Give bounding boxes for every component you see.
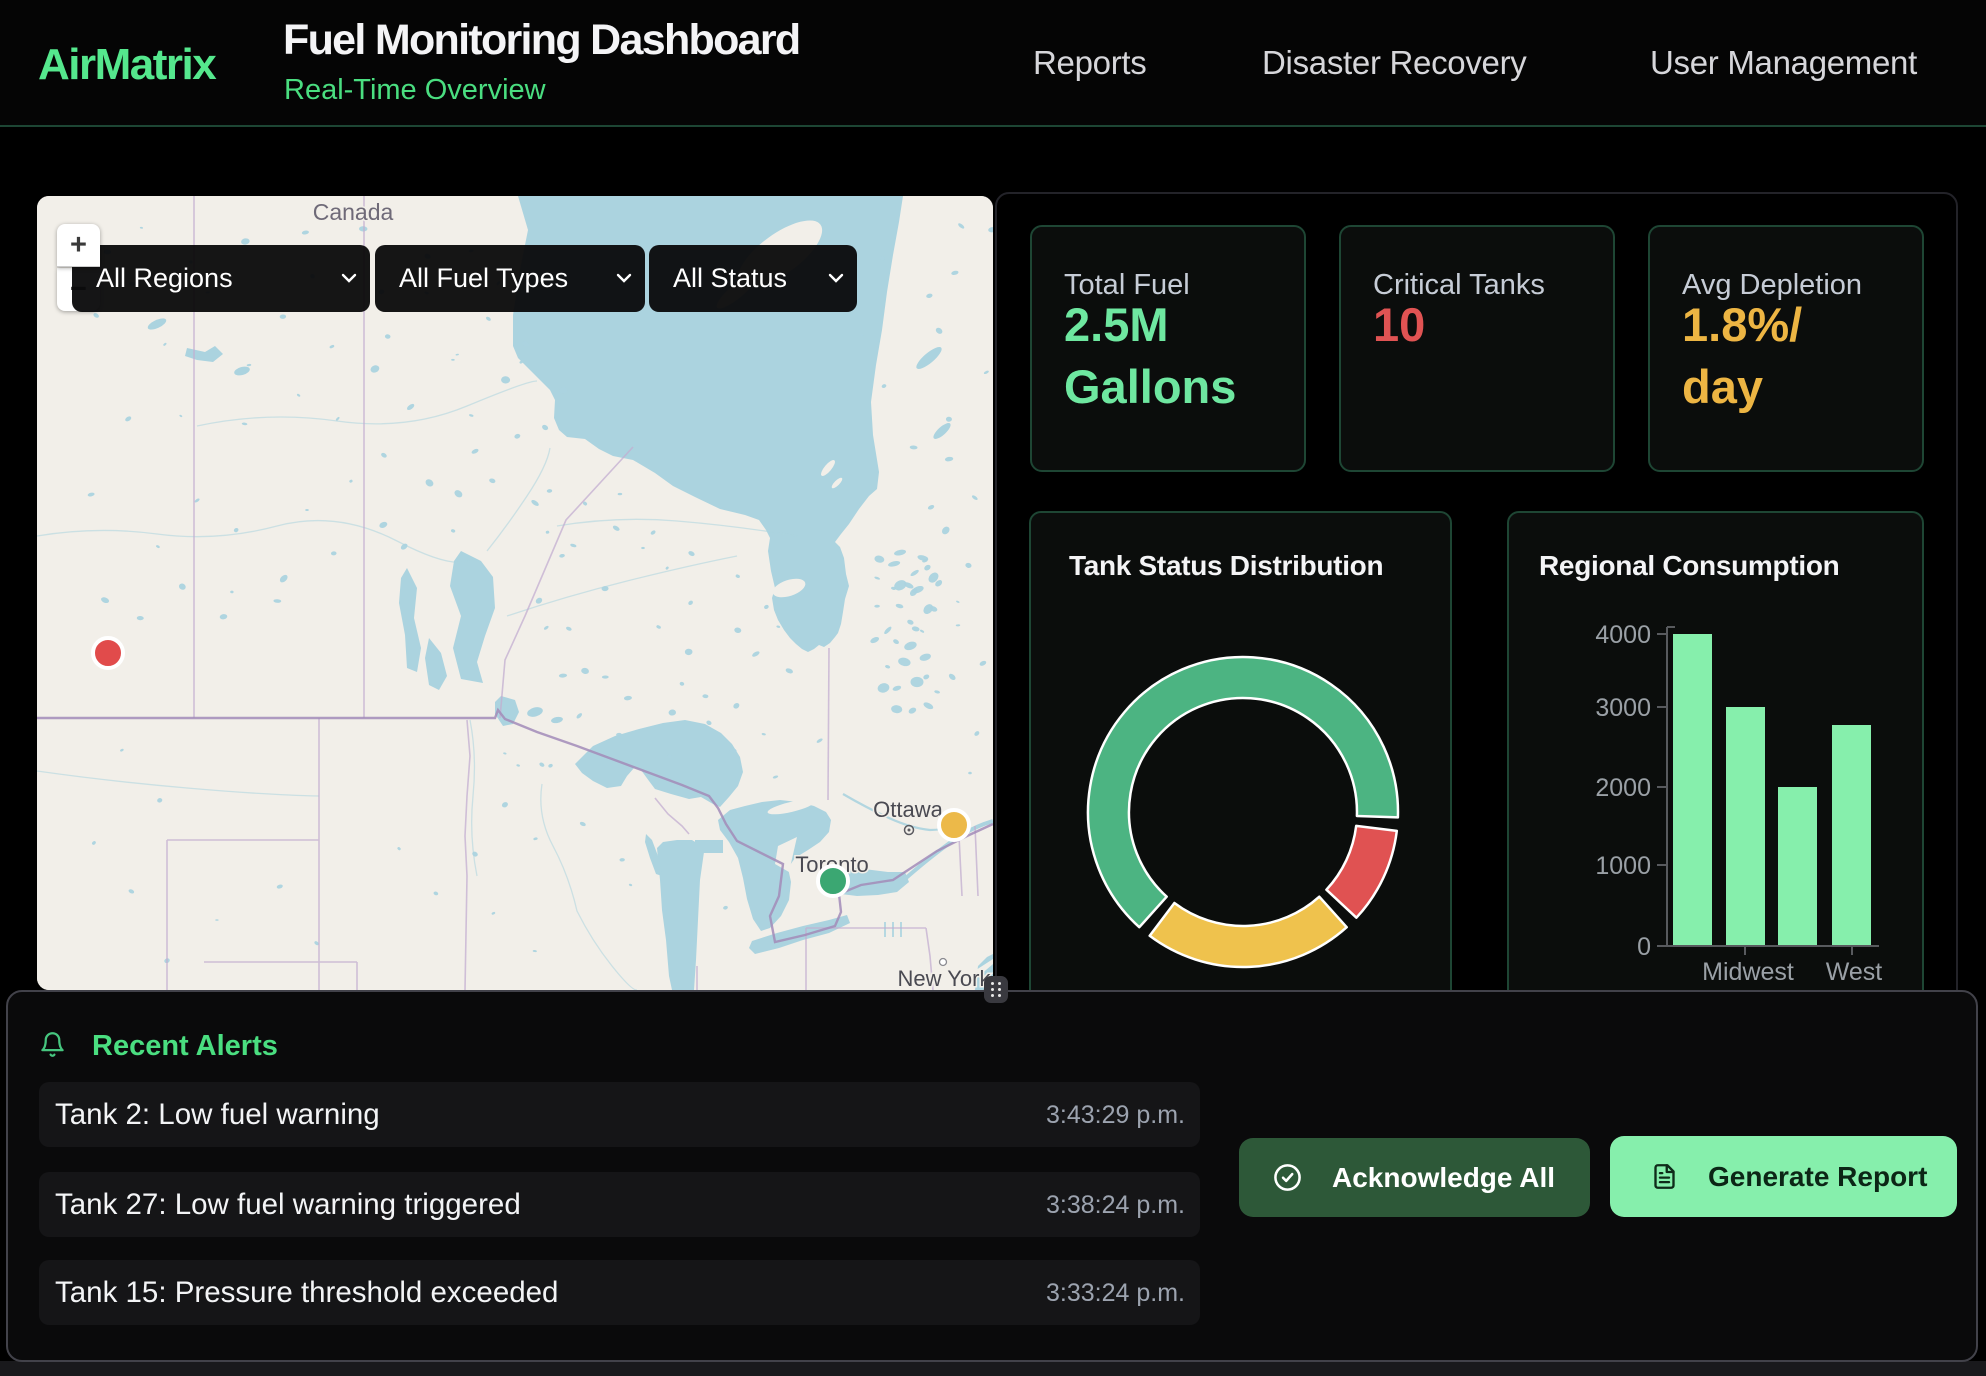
svg-text:4000: 4000: [1595, 621, 1651, 649]
svg-text:Ottawa: Ottawa: [873, 797, 943, 822]
svg-text:1000: 1000: [1595, 852, 1651, 880]
svg-text:New York: New York: [898, 966, 992, 990]
svg-text:Canada: Canada: [313, 199, 394, 225]
svg-text:3000: 3000: [1595, 694, 1651, 722]
svg-text:0: 0: [1637, 933, 1651, 961]
svg-text:West: West: [1826, 958, 1883, 986]
svg-text:2000: 2000: [1595, 774, 1651, 802]
svg-text:Midwest: Midwest: [1702, 958, 1794, 986]
